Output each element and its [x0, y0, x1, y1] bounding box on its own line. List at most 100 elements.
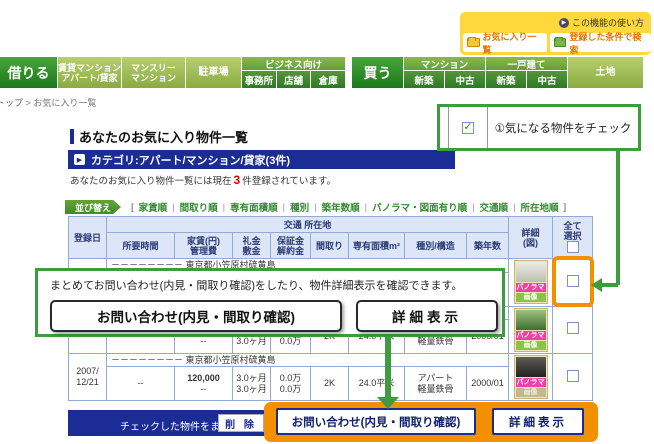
play-icon: ▶ — [559, 18, 569, 28]
cell-address: －－－－－－－－ 東京都小笠原村硫黄島 — [107, 353, 509, 367]
annotation-connector-line — [616, 151, 620, 285]
panorama-badge[interactable]: パノラマ — [516, 331, 546, 340]
nav-office-tab[interactable]: 事務所 — [242, 71, 277, 88]
help-link[interactable]: この機能の使い方 — [572, 16, 644, 29]
count-value: 3 — [232, 173, 243, 187]
annotation-text: ①気になる物件をチェック — [488, 107, 638, 148]
col-layout: 間取り — [311, 233, 349, 259]
bulk-detail-button[interactable]: 詳細表示 — [492, 408, 584, 435]
nav-mansion-group: マンション 新築 中古 — [404, 57, 486, 88]
col-key-money: 礼金敷金 — [233, 233, 271, 259]
sort-layout[interactable]: 間取り順 — [180, 200, 218, 214]
select-all-checkbox[interactable] — [567, 241, 579, 253]
panorama-badge[interactable]: パノラマ — [516, 378, 546, 387]
delete-button[interactable]: 削 除 — [218, 414, 264, 432]
callout-connector-line — [385, 337, 391, 398]
sort-area[interactable]: 専有面積順 — [230, 200, 278, 214]
nav-mansion-new-tab[interactable]: 新築 — [404, 71, 445, 88]
bulk-inquiry-button[interactable]: お問い合わせ(内見・間取り確認) — [276, 408, 476, 435]
nav-house-header: 一戸建て — [486, 57, 567, 71]
registered-count-text: あなたのお気に入り物件一覧には現在3件登録されています。 — [70, 173, 336, 187]
main-nav: 借りる 賃貸マンションアパート/貸家 マンスリーマンション 駐車場 ビジネス向け… — [0, 57, 654, 88]
col-select-all: 全て選択 — [553, 217, 593, 259]
annotation-connector-line — [601, 283, 618, 287]
nav-business-header: ビジネス向け — [242, 57, 345, 71]
category-bar: ▶ カテゴリ:アパート/マンション/貸家(3件) — [68, 150, 455, 169]
col-type: 種別/構造 — [405, 233, 467, 259]
col-guarantee: 保証金解約金 — [271, 233, 311, 259]
nav-rent-tab[interactable]: 借りる — [0, 57, 58, 88]
checkbox-highlight — [552, 256, 594, 307]
property-photo — [516, 310, 546, 330]
nav-shop-tab[interactable]: 店舗 — [277, 71, 312, 88]
step1-annotation: ✓ ①気になる物件をチェック — [437, 104, 641, 151]
sort-tag: 並び替え — [65, 200, 121, 214]
title-accent-bar — [70, 129, 74, 144]
cell-select — [553, 353, 593, 401]
callout-detail-button[interactable]: 詳細表示 — [356, 300, 498, 332]
property-thumbnail[interactable]: パノラマ 画像 — [514, 308, 548, 352]
category-label: カテゴリ:アパート/マンション/貸家(3件) — [91, 152, 290, 168]
nav-land-tab[interactable]: 土地 — [568, 57, 644, 88]
instruction-callout: まとめてお問い合わせ(内見・間取り確認)をしたり、物件詳細表示を確認できます。 … — [35, 268, 505, 337]
category-arrow-icon: ▶ — [74, 154, 85, 165]
image-badge[interactable]: 画像 — [516, 388, 546, 397]
folder-icon — [467, 38, 480, 47]
breadcrumb-current: お気に入り一覧 — [33, 98, 96, 108]
annotation-arrow-icon — [591, 278, 602, 292]
nav-house-used-tab[interactable]: 中古 — [527, 71, 567, 88]
nav-rental-apartment-tab[interactable]: 賃貸マンションアパート/貸家 — [58, 57, 122, 88]
callout-inquiry-button[interactable]: お問い合わせ(内見・間取り確認) — [50, 300, 342, 332]
help-link-row: ▶ この機能の使い方 — [559, 16, 644, 29]
sort-age[interactable]: 築年数順 — [322, 200, 360, 214]
property-thumbnail[interactable]: パノラマ 画像 — [514, 355, 548, 399]
sort-type[interactable]: 種別 — [290, 200, 309, 214]
breadcrumb: トップ > お気に入り一覧 — [0, 96, 96, 109]
image-badge[interactable]: 画像 — [516, 341, 546, 350]
col-age: 築年数 — [467, 233, 509, 259]
bottom-highlight-box: お問い合わせ(内見・間取り確認) 詳細表示 — [264, 402, 598, 442]
panorama-badge[interactable]: パノラマ — [516, 283, 546, 292]
nav-house-new-tab[interactable]: 新築 — [486, 71, 527, 88]
table-row: 2007/ 12/21 －－－－－－－－ 東京都小笠原村硫黄島 パノラマ 画像 — [69, 353, 593, 367]
callout-arrow-icon — [377, 397, 399, 409]
annotation-checkbox-icon: ✓ — [462, 122, 474, 134]
nav-parking-tab[interactable]: 駐車場 — [186, 57, 242, 88]
nav-warehouse-tab[interactable]: 倉庫 — [311, 71, 345, 88]
saved-search-button[interactable]: 登録した条件で検索 — [550, 33, 651, 52]
sort-rent[interactable]: 家賃順 — [139, 200, 168, 214]
favorites-page: ▶ この機能の使い方 お気に入り一覧 登録した条件で検索 借りる 賃貸マンション… — [0, 0, 654, 444]
col-reg-date: 登録日 — [69, 217, 107, 259]
cell-detail: パノラマ 画像 — [509, 259, 553, 307]
sort-row: 並び替え [ 家賃順 | 間取り順 | 専有面積順 | 種別 | 築年数順 | … — [65, 200, 566, 214]
page-title-row: あなたのお気に入り物件一覧 — [70, 127, 248, 146]
feature-panel: ▶ この機能の使い方 お気に入り一覧 登録した条件で検索 — [460, 12, 651, 55]
row-checkbox[interactable] — [567, 322, 579, 334]
property-photo — [516, 357, 546, 377]
col-time: 所要時間 — [107, 233, 175, 259]
favorites-list-button[interactable]: お気に入り一覧 — [463, 33, 547, 52]
property-thumbnail[interactable]: パノラマ 画像 — [514, 260, 548, 304]
sort-panorama[interactable]: パノラマ・図面有り順 — [372, 200, 467, 214]
sort-traffic[interactable]: 交通順 — [480, 200, 509, 214]
breadcrumb-home[interactable]: トップ — [0, 98, 23, 108]
col-traffic-location: 交通 所在地 — [107, 217, 509, 233]
nav-monthly-tab[interactable]: マンスリーマンション — [122, 57, 186, 88]
page-title: あなたのお気に入り物件一覧 — [79, 127, 248, 146]
property-photo — [516, 262, 546, 282]
nav-mansion-header: マンション — [404, 57, 485, 71]
nav-house-group: 一戸建て 新築 中古 — [486, 57, 568, 88]
row-checkbox[interactable] — [567, 370, 579, 382]
breadcrumb-separator: > — [26, 98, 31, 108]
saved-search-label: 登録した条件で検索 — [569, 30, 647, 56]
sort-location[interactable]: 所在地順 — [521, 200, 559, 214]
nav-mansion-used-tab[interactable]: 中古 — [445, 71, 485, 88]
col-rent: 家賃(円)管理費 — [175, 233, 233, 259]
image-badge[interactable]: 画像 — [516, 293, 546, 302]
favorites-list-label: お気に入り一覧 — [483, 30, 543, 56]
col-detail: 詳細(図) — [509, 217, 553, 259]
col-area: 専有面積m² — [349, 233, 405, 259]
cell-detail: パノラマ 画像 — [509, 353, 553, 401]
cell-detail: パノラマ 画像 — [509, 306, 553, 353]
nav-buy-tab[interactable]: 買う — [352, 57, 404, 88]
